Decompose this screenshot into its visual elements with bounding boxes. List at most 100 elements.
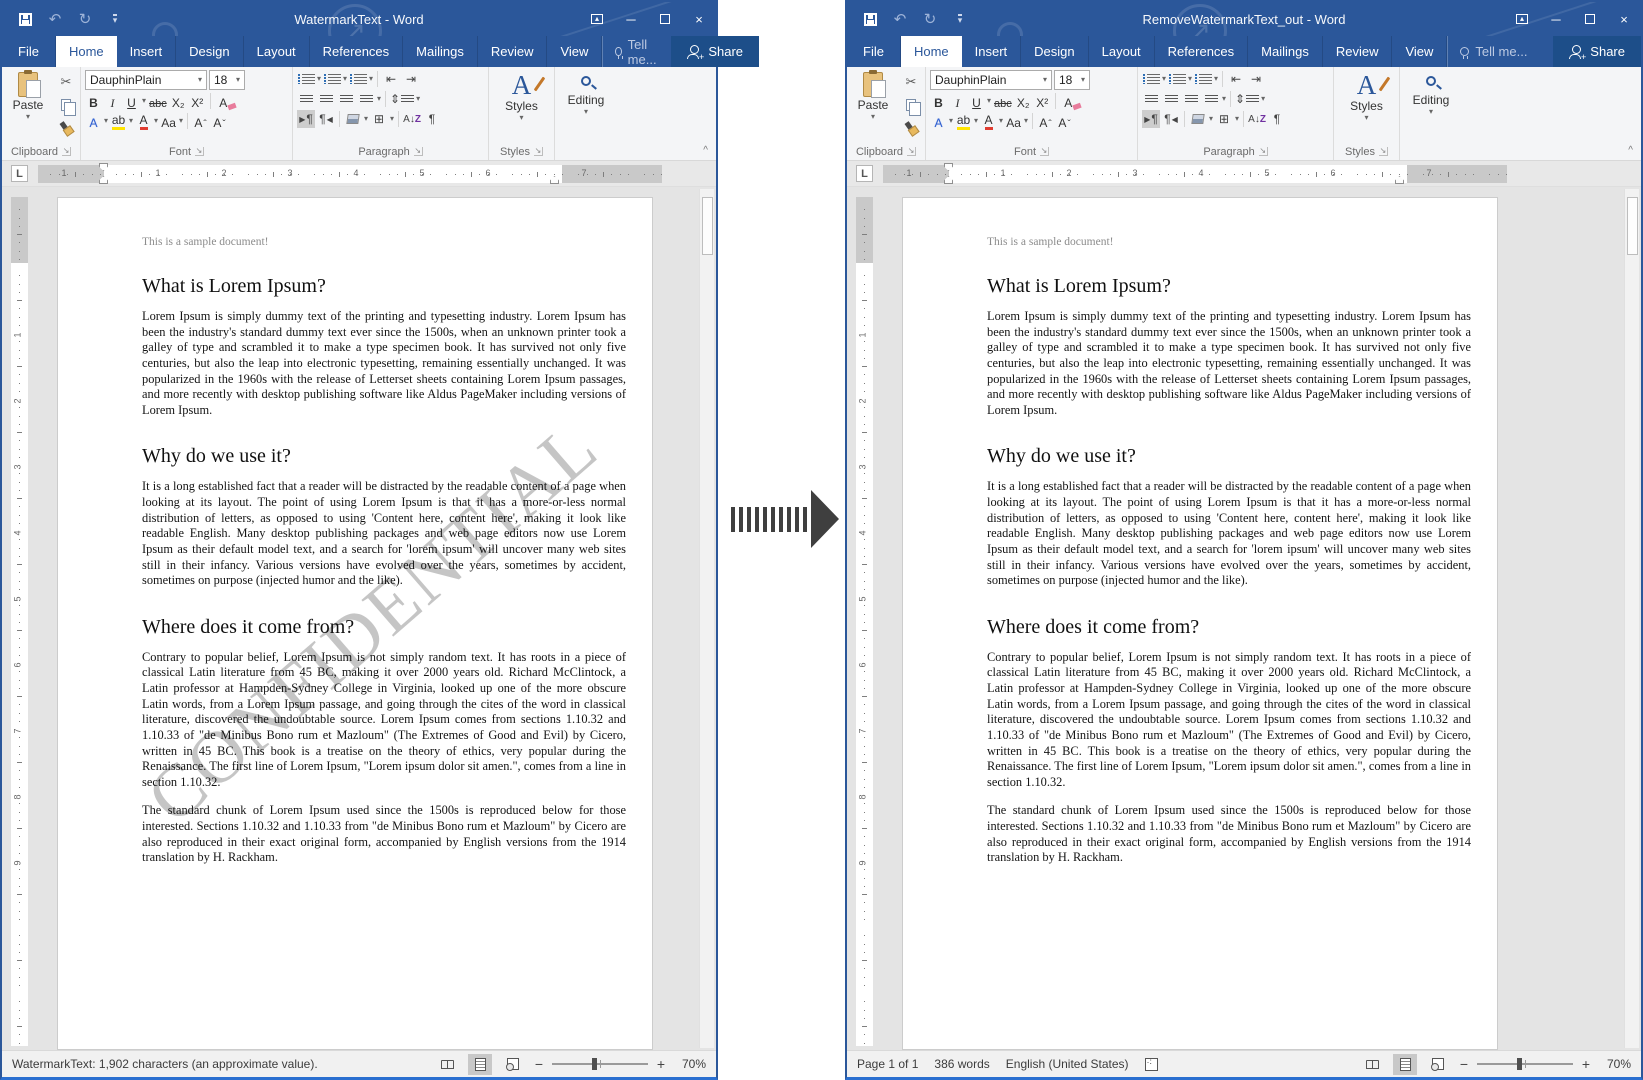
- close-button[interactable]: ×: [1607, 4, 1641, 34]
- chevron-down-icon[interactable]: ▾: [364, 115, 368, 123]
- clear-formatting-button[interactable]: A: [1060, 92, 1077, 110]
- font-size-combobox[interactable]: 18▾: [209, 70, 245, 90]
- zoom-slider-thumb[interactable]: [592, 1058, 597, 1070]
- format-painter-button[interactable]: [901, 119, 921, 137]
- tab-selector[interactable]: L: [11, 165, 28, 182]
- subscript-button[interactable]: X₂: [1015, 92, 1032, 110]
- zoom-level[interactable]: 70%: [1599, 1057, 1631, 1071]
- font-color-button[interactable]: A: [980, 112, 997, 130]
- share-button[interactable]: Share: [671, 36, 759, 67]
- styles-button[interactable]: A Styles ▾: [1338, 70, 1395, 143]
- borders-button[interactable]: ⊞: [1215, 110, 1233, 128]
- save-button[interactable]: [16, 10, 34, 28]
- chevron-down-icon[interactable]: ▾: [377, 95, 381, 103]
- show-paragraph-marks-button[interactable]: ¶: [423, 110, 441, 128]
- sort-button[interactable]: A↓Z: [1248, 110, 1266, 128]
- ribbon-display-options-button[interactable]: ▴: [1505, 4, 1539, 34]
- dialog-launcher-icon[interactable]: ↘: [414, 147, 423, 156]
- grow-font-button[interactable]: A: [1037, 112, 1054, 130]
- horizontal-ruler[interactable]: 11234567: [883, 165, 1507, 183]
- text-effects-button[interactable]: A: [85, 112, 102, 130]
- document-page[interactable]: This is a sample document! What is Lorem…: [902, 197, 1498, 1050]
- shading-button[interactable]: [344, 110, 362, 128]
- chevron-down-icon[interactable]: ▾: [129, 117, 133, 125]
- dialog-launcher-icon[interactable]: ↘: [1379, 147, 1388, 156]
- vertical-ruler[interactable]: 123456789: [856, 197, 873, 1046]
- zoom-level[interactable]: 70%: [674, 1057, 706, 1071]
- underline-button[interactable]: U: [968, 92, 985, 110]
- tab-references[interactable]: References: [1155, 36, 1248, 67]
- align-right-button[interactable]: [1182, 90, 1200, 108]
- cut-button[interactable]: ✂: [901, 73, 921, 91]
- scrollbar-thumb[interactable]: [702, 197, 713, 255]
- tab-home[interactable]: Home: [901, 36, 962, 67]
- clear-formatting-button[interactable]: A: [215, 92, 232, 110]
- tell-me-box[interactable]: Tell me...: [1447, 36, 1539, 67]
- chevron-down-icon[interactable]: ▾: [317, 75, 321, 83]
- share-button[interactable]: Share: [1553, 36, 1641, 67]
- document-page[interactable]: CONFIDENTIAL This is a sample document! …: [57, 197, 653, 1050]
- text-highlight-button[interactable]: ab: [955, 112, 972, 130]
- multilevel-list-button[interactable]: [1194, 70, 1212, 88]
- text-highlight-button[interactable]: ab: [110, 112, 127, 130]
- tab-file[interactable]: File: [847, 36, 901, 67]
- font-size-combobox[interactable]: 18▾: [1054, 70, 1090, 90]
- superscript-button[interactable]: X²: [189, 92, 206, 110]
- vertical-ruler[interactable]: 123456789: [11, 197, 28, 1046]
- zoom-slider[interactable]: [552, 1063, 648, 1065]
- zoom-in-button[interactable]: +: [1581, 1056, 1591, 1072]
- collapse-ribbon-button[interactable]: ^: [1628, 145, 1633, 156]
- tab-design[interactable]: Design: [176, 36, 243, 67]
- bold-button[interactable]: B: [85, 92, 102, 110]
- zoom-slider[interactable]: [1477, 1063, 1573, 1065]
- increase-indent-button[interactable]: ⇥: [402, 70, 420, 88]
- subscript-button[interactable]: X₂: [170, 92, 187, 110]
- undo-button[interactable]: ↶: [46, 10, 64, 28]
- format-painter-button[interactable]: [56, 119, 76, 137]
- align-center-button[interactable]: [1162, 90, 1180, 108]
- numbering-button[interactable]: [323, 70, 341, 88]
- chevron-down-icon[interactable]: ▾: [1235, 115, 1239, 123]
- bold-button[interactable]: B: [930, 92, 947, 110]
- collapse-ribbon-button[interactable]: ^: [703, 145, 708, 156]
- chevron-down-icon[interactable]: ▾: [1024, 117, 1028, 125]
- bullets-button[interactable]: [1142, 70, 1160, 88]
- chevron-down-icon[interactable]: ▾: [416, 95, 420, 103]
- horizontal-ruler[interactable]: 11234567: [38, 165, 662, 183]
- change-case-button[interactable]: Aa: [160, 112, 177, 130]
- web-layout-button[interactable]: [501, 1054, 525, 1075]
- undo-button[interactable]: ↶: [891, 10, 909, 28]
- shading-button[interactable]: [1189, 110, 1207, 128]
- tab-insert[interactable]: Insert: [962, 36, 1022, 67]
- dialog-launcher-icon[interactable]: ↘: [1259, 147, 1268, 156]
- chevron-down-icon[interactable]: ▾: [142, 97, 146, 105]
- close-button[interactable]: ×: [682, 4, 716, 34]
- editing-button[interactable]: Editing ▾: [559, 70, 613, 143]
- line-spacing-button[interactable]: ⇕: [390, 90, 414, 108]
- document-content[interactable]: This is a sample document! What is Lorem…: [903, 198, 1497, 909]
- decrease-indent-button[interactable]: ⇤: [382, 70, 400, 88]
- increase-indent-button[interactable]: ⇥: [1247, 70, 1265, 88]
- superscript-button[interactable]: X²: [1034, 92, 1051, 110]
- read-mode-button[interactable]: [1360, 1054, 1384, 1075]
- page-count[interactable]: Page 1 of 1: [857, 1057, 918, 1071]
- tab-mailings[interactable]: Mailings: [1248, 36, 1323, 67]
- bullets-button[interactable]: [297, 70, 315, 88]
- redo-button[interactable]: ↻: [921, 10, 939, 28]
- dialog-launcher-icon[interactable]: ↘: [534, 147, 543, 156]
- paste-button[interactable]: Paste ▾: [851, 70, 895, 143]
- show-paragraph-marks-button[interactable]: ¶: [1268, 110, 1286, 128]
- tab-layout[interactable]: Layout: [1089, 36, 1155, 67]
- chevron-down-icon[interactable]: ▾: [974, 117, 978, 125]
- cut-button[interactable]: ✂: [56, 73, 76, 91]
- zoom-in-button[interactable]: +: [656, 1056, 666, 1072]
- underline-button[interactable]: U: [123, 92, 140, 110]
- chevron-down-icon[interactable]: ▾: [104, 117, 108, 125]
- read-mode-button[interactable]: [435, 1054, 459, 1075]
- minimize-button[interactable]: ─: [614, 4, 648, 34]
- chevron-down-icon[interactable]: ▾: [1222, 95, 1226, 103]
- justify-button[interactable]: [357, 90, 375, 108]
- zoom-slider-thumb[interactable]: [1517, 1058, 1522, 1070]
- dialog-launcher-icon[interactable]: ↘: [195, 147, 204, 156]
- italic-button[interactable]: I: [949, 92, 966, 110]
